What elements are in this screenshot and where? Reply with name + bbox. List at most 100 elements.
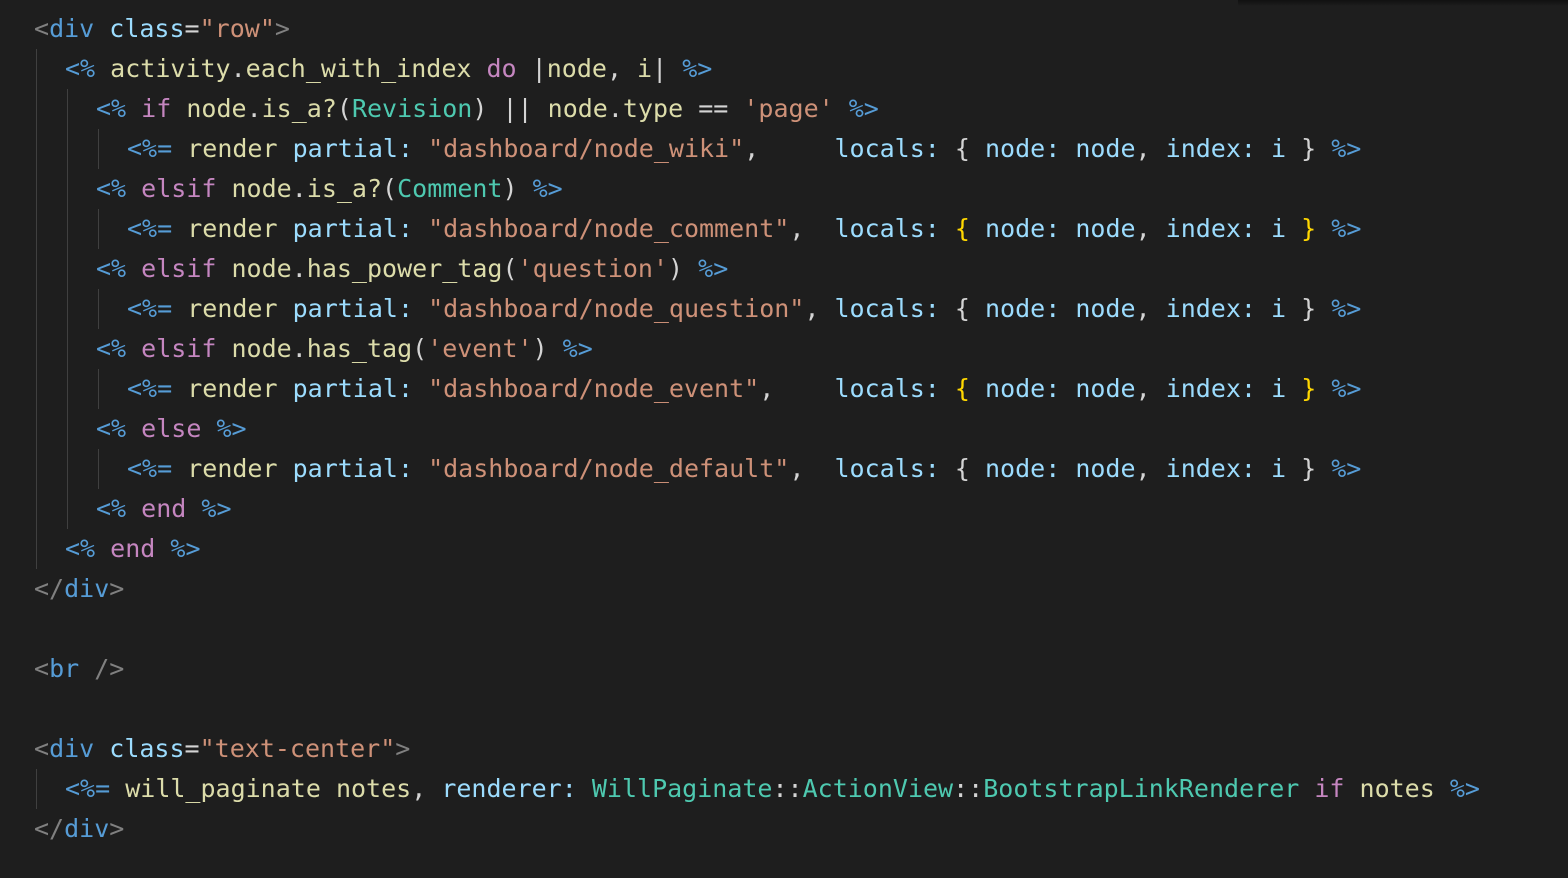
code-token-cls: BootstrapLinkRenderer (983, 774, 1300, 803)
code-token-attr: partial: (292, 214, 414, 243)
code-token-plain: , (804, 294, 835, 323)
code-token-func: i (637, 54, 653, 83)
code-token-brace: } (1301, 374, 1317, 403)
code-token-tagname: br (49, 654, 80, 683)
code-token-var: node (1075, 374, 1136, 403)
code-token-brace: { (954, 214, 970, 243)
code-line[interactable]: <br /> (34, 649, 124, 689)
code-token-erb: %> (562, 334, 593, 363)
code-token-var: i (1271, 134, 1287, 163)
code-token-attr: locals: (834, 454, 940, 483)
code-line[interactable]: <%= render partial: "dashboard/node_ques… (127, 289, 1361, 329)
indent-guide (98, 289, 99, 329)
code-token-erb: %> (1331, 134, 1362, 163)
code-line[interactable]: <%= render partial: "dashboard/node_comm… (127, 209, 1361, 249)
code-token-cls: WillPaginate (591, 774, 773, 803)
code-line[interactable]: <% else %> (96, 409, 247, 449)
code-token-erb: %> (216, 414, 247, 443)
code-token-plain: | (516, 54, 547, 83)
code-token-string: "text-center" (199, 734, 396, 763)
code-token-cls: Comment (397, 174, 503, 203)
code-token-erb: %> (201, 494, 232, 523)
code-token-erb: <% (96, 174, 127, 203)
code-line[interactable]: <%= render partial: "dashboard/node_even… (127, 369, 1361, 409)
code-token-erb: <%= (127, 134, 173, 163)
code-token-erb: <%= (65, 774, 111, 803)
code-token-erb: <% (96, 494, 127, 523)
code-token-erb: <% (96, 254, 127, 283)
code-token-string: 'event' (427, 334, 533, 363)
code-token-erb: %> (1331, 214, 1362, 243)
indent-guide (98, 209, 99, 249)
code-token-plain: ( (502, 254, 518, 283)
code-token-erb: %> (682, 54, 713, 83)
code-token-attr: partial: (292, 374, 414, 403)
code-token-attr: index: (1165, 454, 1256, 483)
code-token-cls: ActionView (802, 774, 954, 803)
code-token-func: notes (1359, 774, 1435, 803)
code-token-attr: locals: (834, 214, 940, 243)
code-token-plain: ) (668, 254, 699, 283)
code-token-keyword: end (110, 534, 156, 563)
code-line[interactable]: </div> (34, 809, 124, 849)
code-line[interactable]: <div class="row"> (34, 9, 290, 49)
code-editor[interactable]: <div class="row"> <% activity.each_with_i… (0, 0, 1568, 878)
code-line[interactable]: <% elsif node.has_tag('event') %> (96, 329, 593, 369)
code-line[interactable]: </div> (34, 569, 124, 609)
code-line[interactable]: <% elsif node.has_power_tag('question') … (96, 249, 728, 289)
code-token-erb: %> (170, 534, 201, 563)
code-token-keyword: if (141, 94, 172, 123)
code-token-plain: . (607, 94, 623, 123)
code-token-erb: <%= (127, 294, 173, 323)
code-token-plain: ) || (472, 94, 548, 123)
code-token-tag: </ (34, 574, 65, 603)
code-token-plain: , (744, 134, 835, 163)
code-token-tag: > (274, 14, 290, 43)
code-token-keyword: else (141, 414, 202, 443)
code-token-erb: %> (848, 94, 879, 123)
code-token-func: render (187, 374, 278, 403)
code-token-func: has_power_tag (306, 254, 503, 283)
code-token-attr: locals: (834, 294, 940, 323)
code-line[interactable]: <% if node.is_a?(Revision) || node.type … (96, 89, 879, 129)
code-line[interactable]: <% end %> (96, 489, 232, 529)
code-line[interactable]: <%= render partial: "dashboard/node_defa… (127, 449, 1361, 489)
code-token-attr: partial: (292, 134, 414, 163)
code-line[interactable]: <div class="text-center"> (34, 729, 410, 769)
code-token-tag: < (34, 14, 50, 43)
code-token-string: "dashboard/node_event" (428, 374, 760, 403)
code-token-brace: { (954, 374, 970, 403)
code-token-erb: %> (1449, 774, 1480, 803)
code-line[interactable]: <%= render partial: "dashboard/node_wiki… (127, 129, 1361, 169)
code-line[interactable]: <%= will_paginate notes, renderer: WillP… (65, 769, 1480, 809)
code-token-plain: } (1286, 294, 1332, 323)
code-token-plain: . (291, 254, 307, 283)
code-token-func: activity (110, 54, 231, 83)
code-line[interactable]: <% activity.each_with_index do |node, i|… (65, 49, 712, 89)
code-line[interactable]: <% end %> (65, 529, 201, 569)
code-token-tag: > (109, 574, 125, 603)
code-token-func: render (187, 454, 278, 483)
code-line[interactable]: <% elsif node.is_a?(Comment) %> (96, 169, 563, 209)
